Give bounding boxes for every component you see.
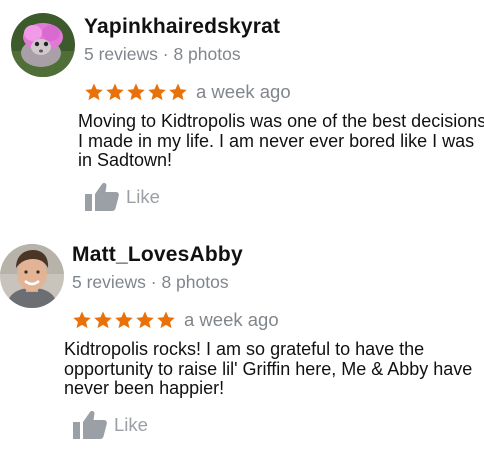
review-author[interactable]: Yapinkhairedskyrat xyxy=(84,15,280,39)
star-icon xyxy=(169,83,187,101)
review-text: Kidtropolis rocks! I am so grateful to h… xyxy=(64,339,473,398)
star-icon xyxy=(157,311,175,329)
thumbs-up-icon xyxy=(85,183,119,211)
like-label: Like xyxy=(126,186,160,207)
avatar-image xyxy=(11,13,75,77)
review-text: Moving to Kidtropolis was one of the bes… xyxy=(78,111,484,170)
like-button[interactable]: Like xyxy=(84,181,160,213)
review-meta: 5 reviews · 8 photos xyxy=(84,44,241,64)
star-icon xyxy=(85,83,103,101)
star-icon xyxy=(148,83,166,101)
star-rating xyxy=(72,310,176,330)
avatar-image xyxy=(0,244,64,308)
star-rating xyxy=(84,82,188,102)
thumbs-up-icon xyxy=(73,411,107,439)
review-time: a week ago xyxy=(196,81,291,102)
star-icon xyxy=(106,83,124,101)
like-label: Like xyxy=(114,414,148,435)
star-icon xyxy=(115,311,133,329)
avatar[interactable] xyxy=(0,244,64,308)
review-author[interactable]: Matt_LovesAbby xyxy=(72,243,243,267)
rating-row: a week ago xyxy=(72,309,279,331)
star-icon xyxy=(73,311,91,329)
avatar[interactable] xyxy=(11,13,75,77)
like-button[interactable]: Like xyxy=(72,409,148,441)
review-meta: 5 reviews · 8 photos xyxy=(72,272,229,292)
star-icon xyxy=(94,311,112,329)
star-icon xyxy=(136,311,154,329)
review-time: a week ago xyxy=(184,309,279,330)
star-icon xyxy=(127,83,145,101)
rating-row: a week ago xyxy=(84,81,291,103)
